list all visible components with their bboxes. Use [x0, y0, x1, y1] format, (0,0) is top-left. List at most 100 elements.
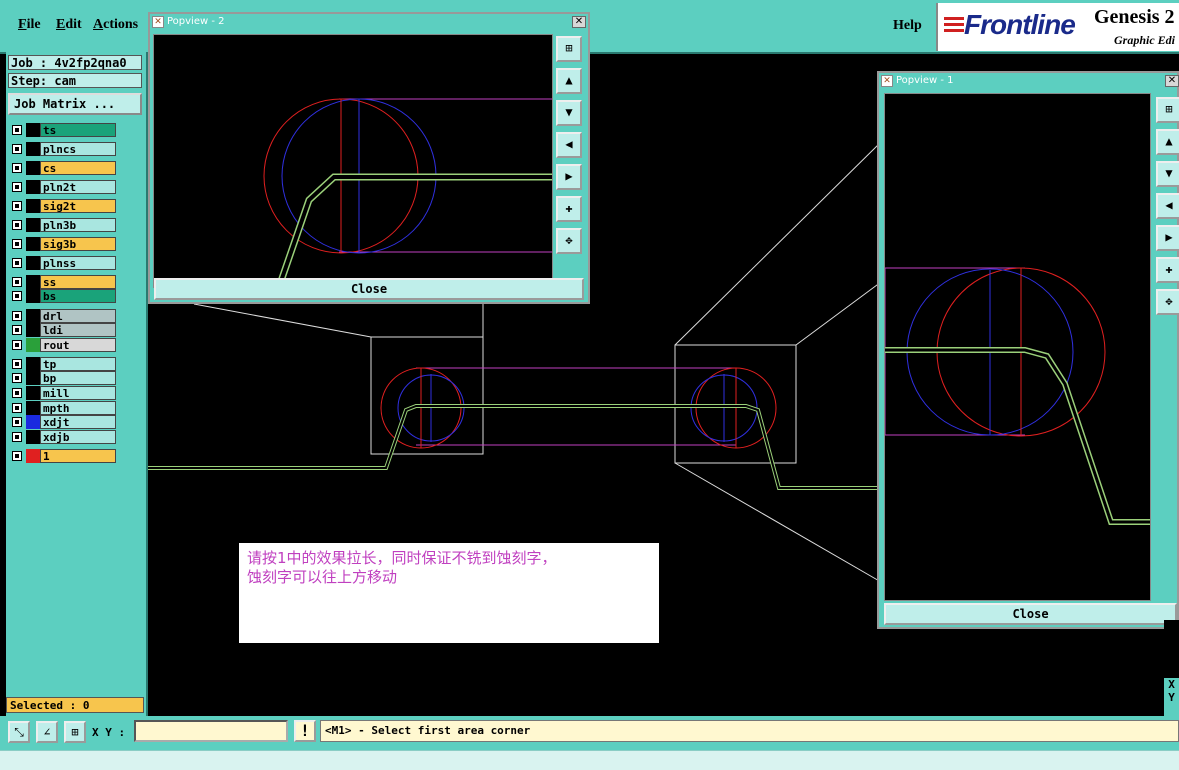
product-name: Genesis 2 — [1094, 6, 1175, 28]
popview-2-canvas[interactable] — [153, 34, 553, 288]
layer-name: bp — [40, 371, 116, 385]
close-icon[interactable]: ✕ — [1165, 75, 1179, 87]
layer-item[interactable]: sig3b — [8, 236, 120, 252]
zoom-out-icon[interactable]: ✥ — [1156, 289, 1179, 315]
layer-checkbox[interactable] — [12, 277, 22, 287]
layer-item[interactable]: rout — [8, 337, 120, 353]
popview-2-title: Popview - 2 — [167, 16, 225, 27]
layer-name: drl — [40, 309, 116, 323]
layer-checkbox[interactable] — [12, 340, 22, 350]
layer-swatch — [26, 123, 40, 137]
layer-checkbox[interactable] — [12, 163, 22, 173]
layer-item[interactable]: sig2t — [8, 198, 120, 214]
layer-checkbox[interactable] — [12, 239, 22, 249]
zoom-out-icon[interactable]: ✥ — [556, 228, 582, 254]
layer-name: ldi — [40, 323, 116, 337]
layer-checkbox[interactable] — [12, 311, 22, 321]
layer-name: sig3b — [40, 237, 116, 251]
layer-swatch — [26, 180, 40, 194]
layer-checkbox[interactable] — [12, 451, 22, 461]
pan-left-icon[interactable]: ◀ — [1156, 193, 1179, 219]
layer-name: 1 — [40, 449, 116, 463]
selected-count: Selected : 0 — [6, 697, 144, 713]
pan-left-icon[interactable]: ◀ — [556, 132, 582, 158]
layer-item[interactable]: 1 — [8, 448, 120, 464]
layer-checkbox[interactable] — [12, 125, 22, 135]
layer-swatch — [26, 275, 40, 289]
menu-actions[interactable]: Actions — [93, 17, 138, 33]
layer-item[interactable]: ts — [8, 122, 120, 138]
layer-checkbox[interactable] — [12, 403, 22, 413]
pan-down-icon[interactable]: ▼ — [556, 100, 582, 126]
exclamation-button[interactable]: ! — [294, 720, 316, 742]
layer-item[interactable]: xdjt — [8, 414, 120, 430]
bottom-bar: ⤡ ∠ ⊞ X Y : ! <M1> - Select first area c… — [0, 716, 1179, 770]
popview-1-window: ✕ Popview - 1 ✕ ⊞ ▲ ▼ ◀ ▶ ✚ ✥ Close — [877, 71, 1179, 629]
pan-up-icon[interactable]: ▲ — [556, 68, 582, 94]
layer-checkbox[interactable] — [12, 220, 22, 230]
layer-checkbox[interactable] — [12, 432, 22, 442]
popview-2-close-button[interactable]: Close — [154, 278, 584, 300]
menu-help[interactable]: Help — [893, 18, 922, 34]
layer-swatch — [26, 199, 40, 213]
zoom-home-icon[interactable]: ⊞ — [1156, 97, 1179, 123]
layer-swatch — [26, 338, 40, 352]
pan-right-icon[interactable]: ▶ — [556, 164, 582, 190]
popview-1-canvas[interactable] — [884, 93, 1151, 601]
pan-right-icon[interactable]: ▶ — [1156, 225, 1179, 251]
layer-checkbox[interactable] — [12, 417, 22, 427]
layer-swatch — [26, 371, 40, 385]
popview-1-close-button[interactable]: Close — [884, 603, 1177, 625]
x-label: X — [1168, 678, 1175, 691]
zoom-in-icon[interactable]: ✚ — [556, 196, 582, 222]
note-line-2: 蚀刻字可以往上方移动 — [247, 568, 398, 586]
layer-item[interactable]: ldi — [8, 322, 120, 338]
layer-checkbox[interactable] — [12, 359, 22, 369]
layer-swatch — [26, 430, 40, 444]
grid-icon[interactable]: ⊞ — [64, 721, 86, 743]
y-label: Y — [1168, 691, 1175, 704]
layer-checkbox[interactable] — [12, 144, 22, 154]
brand-logo: Frontline Genesis 2 Graphic Edi — [936, 3, 1179, 51]
job-label: Job : 4v2fp2qna0 — [8, 55, 142, 70]
layer-item[interactable]: plnss — [8, 255, 120, 271]
layer-checkbox[interactable] — [12, 258, 22, 268]
layer-checkbox[interactable] — [12, 291, 22, 301]
layer-swatch — [26, 218, 40, 232]
layer-checkbox[interactable] — [12, 201, 22, 211]
logo-text: Frontline — [964, 9, 1076, 40]
layer-item[interactable]: xdjb — [8, 429, 120, 445]
layer-name: ts — [40, 123, 116, 137]
close-icon[interactable]: ✕ — [572, 16, 586, 28]
layer-name: tp — [40, 357, 116, 371]
layer-name: mill — [40, 386, 116, 400]
measure-icon[interactable]: ∠ — [36, 721, 58, 743]
layer-checkbox[interactable] — [12, 182, 22, 192]
popview-2-titlebar[interactable]: ✕ Popview - 2 ✕ — [150, 14, 588, 31]
bottom-strip — [0, 750, 1179, 770]
layer-item[interactable]: pln3b — [8, 217, 120, 233]
layer-item[interactable]: cs — [8, 160, 120, 176]
status-message: <M1> - Select first area corner — [320, 720, 1179, 742]
menu-edit[interactable]: Edit — [56, 17, 82, 33]
zoom-home-icon[interactable]: ⊞ — [556, 36, 582, 62]
layer-checkbox[interactable] — [12, 388, 22, 398]
menu-file[interactable]: File — [18, 17, 41, 33]
layer-item[interactable]: bs — [8, 288, 120, 304]
layer-item[interactable]: plncs — [8, 141, 120, 157]
job-matrix-button[interactable]: Job Matrix ... — [8, 93, 142, 115]
zoom-in-icon[interactable]: ✚ — [1156, 257, 1179, 283]
popview-1-titlebar[interactable]: ✕ Popview - 1 ✕ — [879, 73, 1179, 90]
layer-checkbox[interactable] — [12, 373, 22, 383]
layer-item[interactable]: bp — [8, 370, 120, 386]
popview-2-window: ✕ Popview - 2 ✕ ⊞ ▲ ▼ ◀ ▶ ✚ ✥ Close — [148, 12, 590, 304]
snap-icon[interactable]: ⤡ — [8, 721, 30, 743]
layer-item[interactable]: pln2t — [8, 179, 120, 195]
layer-name: plncs — [40, 142, 116, 156]
layer-item[interactable]: mill — [8, 385, 120, 401]
pan-down-icon[interactable]: ▼ — [1156, 161, 1179, 187]
layer-swatch — [26, 415, 40, 429]
layer-checkbox[interactable] — [12, 325, 22, 335]
pan-up-icon[interactable]: ▲ — [1156, 129, 1179, 155]
xy-input[interactable] — [134, 720, 288, 742]
